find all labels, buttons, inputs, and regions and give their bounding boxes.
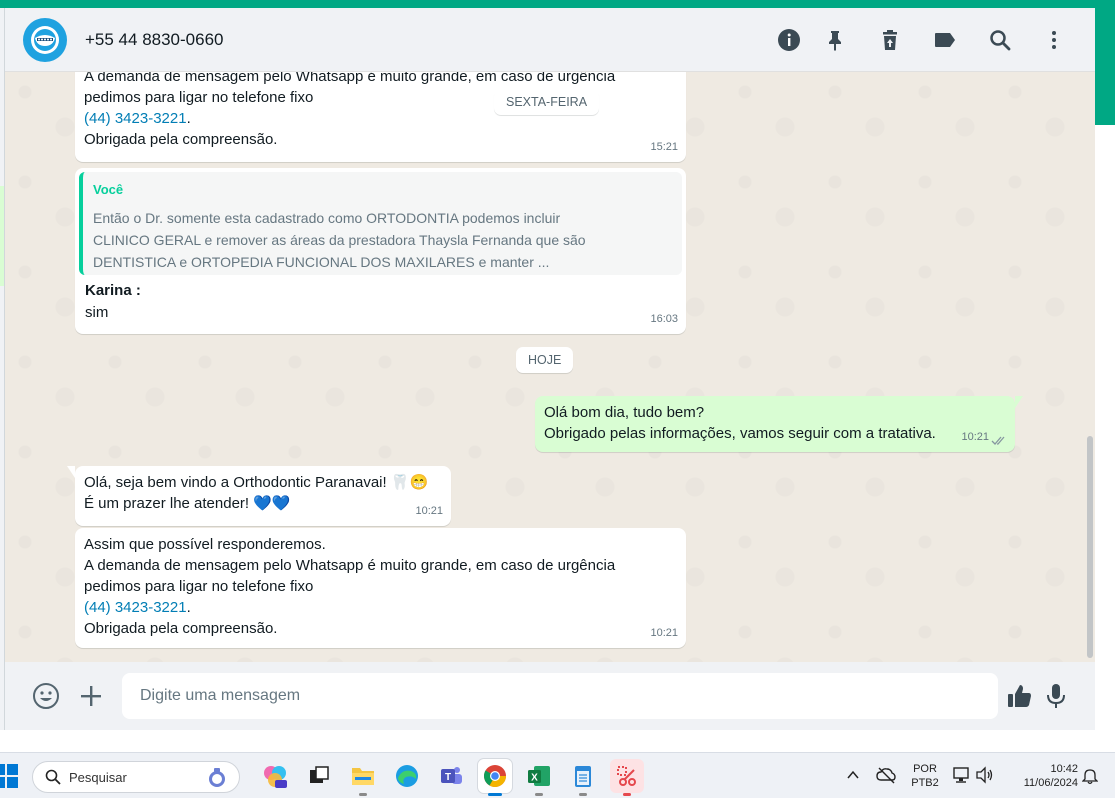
input-language[interactable]: POR PTB2	[908, 762, 942, 790]
more-options-icon[interactable]	[1040, 26, 1068, 54]
notepad-icon[interactable]	[566, 759, 600, 796]
pin-icon[interactable]	[821, 26, 849, 54]
message-list[interactable]: A demanda de mensagem pelo Whatsapp é mu…	[5, 72, 1095, 662]
message-text: Assim que possível responderemos.	[84, 536, 326, 553]
message-incoming[interactable]: A demanda de mensagem pelo Whatsapp é mu…	[75, 72, 686, 162]
delete-icon[interactable]	[876, 26, 904, 54]
double-check-icon	[991, 436, 1005, 445]
background-window-edge-right	[1095, 8, 1115, 730]
teams-icon[interactable]: T	[434, 759, 468, 793]
quote-author: Você	[93, 182, 124, 197]
tooth-logo-icon	[31, 26, 59, 54]
svg-text:X: X	[531, 773, 538, 784]
message-text: sim	[85, 304, 109, 321]
phone-link[interactable]: (44) 3423-3221	[84, 110, 187, 127]
message-incoming-reply[interactable]: Você Então o Dr. somente esta cadastrado…	[75, 168, 686, 334]
message-time: 10:21	[961, 431, 989, 443]
phone-link[interactable]: (44) 3423-3221	[84, 599, 187, 616]
search-icon	[45, 769, 61, 785]
info-icon[interactable]	[775, 26, 803, 54]
network-icon[interactable]	[952, 766, 972, 788]
copilot-badge-icon	[209, 768, 225, 787]
task-view-icon[interactable]	[302, 759, 336, 793]
quote-text: CLINICO GERAL e remover as áreas da pres…	[93, 232, 586, 248]
date-separator: SEXTA-FEIRA	[494, 89, 600, 115]
message-text: Obrigada pela compreensão.	[84, 131, 278, 148]
taskbar-search-label: Pesquisar	[69, 769, 127, 785]
message-text: Obrigada pela compreensão.	[84, 620, 278, 637]
message-incoming[interactable]: Assim que possível responderemos. A dema…	[75, 528, 686, 648]
message-outgoing[interactable]: Olá bom dia, tudo bem? Obrigado pelas in…	[535, 396, 1023, 452]
message-time: 16:03	[650, 313, 678, 325]
thumbs-up-icon[interactable]	[1004, 681, 1034, 711]
message-text: pedimos para ligar no telefone fixo	[84, 578, 314, 595]
microphone-icon[interactable]	[1041, 681, 1071, 711]
label-icon[interactable]	[931, 26, 959, 54]
message-composer	[5, 662, 1095, 730]
message-input[interactable]	[122, 673, 998, 719]
windows-taskbar: Pesquisar T X POR PTB2 10:42 11/06/2024	[0, 752, 1115, 798]
message-text: A demanda de mensagem pelo Whatsapp é mu…	[84, 72, 616, 85]
message-text: Olá bom dia, tudo bem?	[544, 404, 705, 421]
whatsapp-window: +55 44 8830-0660 A demanda de mensagem p…	[5, 8, 1095, 730]
snipping-tool-icon[interactable]	[610, 759, 644, 796]
quoted-message[interactable]: Você Então o Dr. somente esta cadastrado…	[79, 172, 682, 275]
attach-plus-icon[interactable]	[76, 681, 106, 711]
chat-header: +55 44 8830-0660	[5, 8, 1095, 72]
message-incoming[interactable]: Olá, seja bem vindo a Orthodontic Parana…	[67, 466, 451, 526]
contact-avatar[interactable]	[23, 18, 67, 62]
edge-browser-icon[interactable]	[390, 759, 424, 793]
taskbar-search[interactable]: Pesquisar	[32, 761, 240, 793]
excel-icon[interactable]: X	[522, 759, 556, 796]
search-icon[interactable]	[986, 26, 1014, 54]
quote-text: DENTISTICA e ORTOPEDIA FUNCIONAL DOS MAX…	[93, 254, 550, 270]
windows-start-icon[interactable]	[0, 764, 18, 792]
notifications-bell-icon[interactable]	[1081, 767, 1099, 789]
date-separator-today: HOJE	[516, 347, 574, 373]
message-time: 15:21	[650, 141, 678, 153]
message-time: 10:21	[650, 627, 678, 639]
svg-text:T: T	[445, 772, 451, 783]
emoji-icon[interactable]	[31, 681, 61, 711]
system-clock[interactable]: 10:42 11/06/2024	[1004, 762, 1078, 790]
message-text: Olá, seja bem vindo a Orthodontic Parana…	[84, 474, 429, 491]
contact-name[interactable]: +55 44 8830-0660	[85, 30, 224, 50]
cloud-offline-icon[interactable]	[876, 766, 896, 788]
message-text: A demanda de mensagem pelo Whatsapp é mu…	[84, 557, 616, 574]
volume-icon[interactable]	[975, 766, 995, 788]
quote-text: Então o Dr. somente esta cadastrado como…	[93, 210, 561, 226]
message-sender: Karina :	[85, 282, 141, 299]
window-top-strip	[0, 0, 1115, 8]
chat-scrollbar[interactable]	[1087, 436, 1093, 658]
copilot-icon[interactable]	[258, 759, 292, 793]
file-explorer-icon[interactable]	[346, 759, 380, 796]
chrome-icon[interactable]	[478, 759, 512, 796]
message-time: 10:21	[415, 505, 443, 517]
show-hidden-icons-chevron[interactable]	[846, 768, 860, 786]
message-text: É um prazer lhe atender! 💙💙	[84, 495, 291, 512]
message-text: Obrigado pelas informações, vamos seguir…	[544, 425, 936, 442]
